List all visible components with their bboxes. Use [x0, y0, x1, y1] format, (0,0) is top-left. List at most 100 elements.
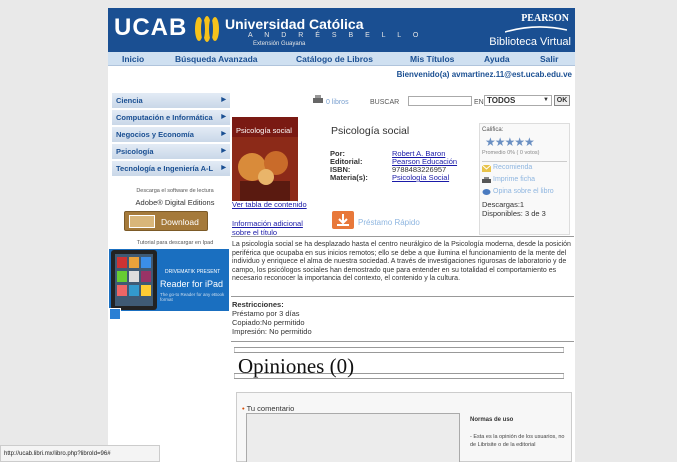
cover-image: [232, 137, 298, 201]
chevron-right-icon: ▶: [221, 114, 226, 120]
book-tile-icon: [141, 271, 151, 282]
sidebar-item-label: Tecnología e Ingeniería A-L: [116, 164, 214, 173]
tabla-contenido-link[interactable]: Ver tabla de contenido: [232, 200, 307, 209]
search-scope-select[interactable]: TODOS ▼: [484, 95, 552, 106]
imprime-ficha-link[interactable]: Imprime ficha: [493, 176, 535, 183]
sidebar-item-psicologia[interactable]: Psicología ▶: [112, 144, 230, 159]
nav-ayuda[interactable]: Ayuda: [484, 54, 510, 64]
extension-label: Extensión Guayana: [253, 41, 306, 47]
divider: [231, 236, 574, 237]
sidebar-item-ciencia[interactable]: Ciencia ▶: [112, 93, 230, 108]
pearson-logo[interactable]: PEARSON: [521, 13, 569, 24]
materia-label: Materia(s):: [330, 173, 368, 182]
opina-link[interactable]: Opina sobre el libro: [493, 188, 554, 195]
restriccion-copiado: Copiado:No permitido: [232, 318, 305, 327]
promedio-text: Promedio 0% ( 0 votos): [482, 150, 540, 156]
book-tile-icon: [117, 257, 127, 268]
buscar-label: BUSCAR: [370, 99, 400, 106]
libros-count-link[interactable]: 0 libros: [326, 99, 349, 106]
ucab-emblem-icon: [195, 16, 219, 42]
restricciones-title: Restricciones:: [232, 300, 284, 309]
divider: [482, 161, 567, 162]
ucab-logo[interactable]: UCAB: [114, 14, 187, 42]
ipad-banner-title: DRIVEMATIK PRESENT: [165, 269, 221, 275]
opiniones-heading: Opiniones (0): [238, 354, 355, 378]
sidebar-item-label: Psicología: [116, 147, 154, 156]
comment-label-text: Tu comentario: [246, 404, 295, 413]
adobe-download-text: Descarga el software de lectura: [136, 188, 214, 194]
comment-label: • Tu comentario: [242, 404, 294, 413]
search-ok-button[interactable]: OK: [554, 95, 570, 106]
sidebar-item-tecnologia[interactable]: Tecnología e Ingeniería A-L ▶: [112, 161, 230, 176]
book-cover[interactable]: Psicología social: [232, 117, 298, 201]
normas-title: Normas de uso: [470, 417, 514, 423]
book-title: Psicología social: [331, 125, 410, 137]
nav-inicio[interactable]: Inicio: [122, 54, 144, 64]
book-tile-icon: [129, 257, 139, 268]
sidebar-item-label: Negocios y Economía: [116, 130, 194, 139]
chat-bubble-icon: [482, 189, 491, 195]
header: UCAB Universidad Católica A N D R É S B …: [108, 8, 575, 52]
sidebar-item-computacion[interactable]: Computación e Informática ▶: [112, 110, 230, 125]
book-tile-icon: [141, 285, 151, 296]
ipad-banner-subtitle: The go-to Reader for any eBook format: [160, 292, 225, 302]
status-bar-url: http://ucab.libri.mx/libro.php?libroId=9…: [0, 445, 160, 462]
book-tile-icon: [129, 285, 139, 296]
chevron-down-icon: ▼: [543, 97, 549, 103]
nav-catalogo[interactable]: Catálogo de Libros: [296, 54, 373, 64]
download-arrow-icon[interactable]: [332, 211, 354, 229]
descargas-count: Descargas:1: [482, 200, 525, 209]
restriccion-prestamo: Préstamo por 3 días: [232, 309, 300, 318]
search-scope-value: TODOS: [487, 96, 516, 105]
divider: [231, 296, 574, 297]
book-tile-icon: [117, 285, 127, 296]
arrow-down-icon: [337, 214, 349, 226]
materia-link[interactable]: Psicología Social: [392, 173, 449, 182]
required-marker: •: [242, 404, 245, 413]
disponibles-count: Disponibles: 3 de 3: [482, 209, 546, 218]
chevron-right-icon: ▶: [221, 148, 226, 154]
nav-salir[interactable]: Salir: [540, 54, 558, 64]
star-rating-icon[interactable]: ★★★★★: [485, 135, 535, 149]
download-button[interactable]: Download: [124, 211, 208, 231]
chevron-right-icon: ▶: [221, 97, 226, 103]
en-label: EN: [474, 99, 484, 106]
info-adicional-line-1: Información adicional: [232, 219, 303, 228]
ipad-tutorial-text: Tutorial para descargar en Ipad: [136, 240, 214, 246]
pearson-swoosh-icon: [505, 26, 567, 33]
category-sidebar: Ciencia ▶ Computación e Informática ▶ Nego…: [112, 93, 230, 178]
andres-bello: A N D R É S B E L L O: [248, 32, 424, 39]
restriccion-impresion: Impresión: No permitido: [232, 327, 312, 336]
sidebar-item-label: Ciencia: [116, 96, 143, 105]
nav-mis-titulos[interactable]: Mis Títulos: [410, 54, 454, 64]
ipad-device-image: [111, 250, 157, 310]
search-input[interactable]: [408, 96, 472, 106]
biblioteca-virtual: Biblioteca Virtual: [489, 36, 571, 48]
page: UCAB Universidad Católica A N D R É S B …: [108, 8, 575, 462]
navbar: Inicio Búsqueda Avanzada Catálogo de Lib…: [108, 52, 575, 66]
printer-icon: [482, 177, 491, 183]
divider: [231, 341, 574, 342]
sidebar-item-negocios[interactable]: Negocios y Economía ▶: [112, 127, 230, 142]
cart-icon[interactable]: [312, 95, 324, 105]
app-store-icon[interactable]: [109, 308, 121, 320]
book-tile-icon: [117, 271, 127, 282]
ipad-screen: [115, 254, 153, 306]
book-tile-icon: [129, 271, 139, 282]
university-name: Universidad Católica: [225, 16, 364, 32]
chevron-right-icon: ▶: [221, 131, 226, 137]
comment-textarea[interactable]: [246, 413, 460, 462]
normas-text: - Esta es la opinión de los usuarios, no…: [470, 434, 565, 448]
ipad-reader-banner[interactable]: DRIVEMATIK PRESENT Reader for iPad The g…: [109, 249, 229, 311]
recomienda-link[interactable]: Recomienda: [493, 164, 532, 171]
info-adicional-link[interactable]: Información adicional sobre el título: [232, 219, 303, 237]
sidebar-item-label: Computación e Informática: [116, 113, 213, 122]
prestamo-rapido-link[interactable]: Préstamo Rápido: [358, 218, 420, 227]
nav-busqueda-avanzada[interactable]: Búsqueda Avanzada: [175, 54, 258, 64]
cover-title: Psicología social: [236, 126, 292, 135]
rating-panel: Califica: ★★★★★ Promedio 0% ( 0 votos) R…: [479, 123, 570, 235]
download-label: Download: [161, 217, 199, 227]
book-icon: [129, 215, 155, 228]
welcome-message: Bienvenido(a) avmartinez.11@est.ucab.edu…: [396, 70, 572, 79]
ipad-banner-heading: Reader for iPad: [160, 279, 224, 289]
